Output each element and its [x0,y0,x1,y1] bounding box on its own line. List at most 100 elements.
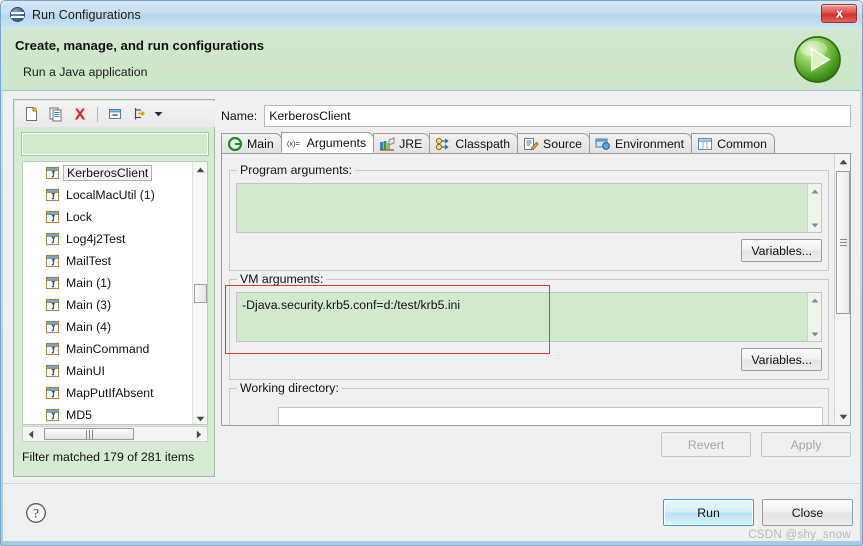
tree-vertical-scrollbar[interactable] [192,162,207,424]
configurations-tree[interactable]: KerberosClient LocalMacUtil (1) Lock Log4j2… [22,161,208,425]
tab-source[interactable]: Source [517,133,591,153]
tree-scrollbar-thumb[interactable] [194,284,207,303]
tree-item-main-4[interactable]: Main (4) [23,316,207,338]
pane-scroll-down-button[interactable] [835,409,850,424]
close-dialog-button[interactable]: Close [762,499,853,526]
tab-jre[interactable]: JRE [373,133,431,153]
triangle-down-icon [811,332,819,336]
working-directory-group: Working directory: [229,381,829,425]
tree-scroll-left-button[interactable] [24,428,38,440]
revert-button[interactable]: Revert [661,432,751,457]
tab-label: Classpath [455,136,511,151]
tree-item-label: LocalMacUtil (1) [66,188,155,202]
tab-arguments[interactable]: (x)= Arguments [280,132,375,153]
red-x-delete-icon [74,108,86,120]
tree-scroll-right-button[interactable] [192,428,206,440]
java-application-icon [45,276,60,290]
tab-pane-vertical-scrollbar[interactable] [834,154,850,424]
triangle-up-icon [811,298,819,302]
tab-classpath[interactable]: Classpath [429,133,519,153]
tab-label: Arguments [306,135,367,150]
vm-args-scroll-up[interactable] [808,293,821,307]
tree-item-log4j2test[interactable]: Log4j2Test [23,228,207,250]
collapse-all-button[interactable] [104,104,126,124]
jre-books-icon [379,136,395,151]
source-pencil-icon [523,137,539,151]
name-label: Name: [221,109,258,123]
triangle-up-icon [839,159,847,164]
tree-item-md5[interactable]: MD5 [23,404,207,424]
tree-item-mainui[interactable]: MainUI [23,360,207,382]
filter-status-text: Filter matched 179 of 281 items [22,450,195,464]
tree-item-mailtest[interactable]: MailTest [23,250,207,272]
triangle-down-icon [839,414,847,419]
toolbar-menu-chevron[interactable] [152,104,165,124]
help-question-icon[interactable]: ? [25,502,47,524]
classpath-icon [435,137,451,151]
tree-item-main-1[interactable]: Main (1) [23,272,207,294]
arguments-xequals-icon: (x)= [287,138,300,147]
program-arguments-scrollbar[interactable] [807,184,821,232]
tree-item-label: KerberosClient [63,165,153,181]
window-title: Run Configurations [32,7,141,22]
name-row: Name: [221,105,851,127]
vm-arguments-textarea[interactable]: -Djava.security.krb5.conf=d:/test/krb5.i… [236,292,822,342]
java-application-icon [45,320,60,334]
vm-arguments-variables-button[interactable]: Variables... [741,348,822,371]
tree-item-label: Main (1) [66,276,112,290]
vm-args-scroll-down[interactable] [808,327,821,341]
tree-horizontal-scrollbar[interactable] [22,426,208,442]
tree-scroll-up-button[interactable] [193,162,207,177]
vm-arguments-group: VM arguments: -Djava.security.krb5.conf=… [229,272,829,380]
tree-item-lock[interactable]: Lock [23,206,207,228]
filter-text-input[interactable] [21,132,209,156]
tab-label: Common [717,136,767,151]
vm-arguments-value: -Djava.security.krb5.conf=d:/test/krb5.i… [242,298,461,312]
vm-arguments-scrollbar[interactable] [807,293,821,341]
tab-common[interactable]: Common [691,133,775,153]
apply-button[interactable]: Apply [761,432,851,457]
program-arguments-variables-button[interactable]: Variables... [741,239,822,262]
java-application-icon [45,232,60,246]
tree-item-maincommand[interactable]: MainCommand [23,338,207,360]
java-application-icon [45,298,60,312]
tree-hscrollbar-thumb[interactable] [44,428,134,440]
tree-item-main-3[interactable]: Main (3) [23,294,207,316]
eclipse-sphere-icon [10,7,25,22]
duplicate-configuration-button[interactable] [45,104,67,124]
program-arguments-textarea[interactable] [236,183,822,233]
triangle-up-icon [196,167,205,172]
program-args-scroll-down[interactable] [808,218,821,232]
page-subtitle: Run a Java application [23,65,148,79]
tab-environment[interactable]: Environment [589,133,693,153]
new-launch-configuration-button[interactable] [21,104,43,124]
tree-item-label: MD5 [66,408,92,422]
environment-monitor-icon [595,138,610,150]
delete-configuration-button[interactable] [69,104,91,124]
window-close-button[interactable] [821,4,857,23]
pane-scroll-up-button[interactable] [835,154,850,169]
run-configurations-dialog: Run Configurations Create, manage, and r… [0,0,863,546]
java-application-icon [45,342,60,356]
tree-item-localmacutil-1[interactable]: LocalMacUtil (1) [23,184,207,206]
tab-main[interactable]: Main [221,133,282,153]
run-button[interactable]: Run [663,499,754,526]
main-green-circle-icon [227,136,243,151]
configuration-editor-panel: Name: Main (x)= Arguments JRE Classpath Sourc… [221,99,851,477]
program-args-scroll-up[interactable] [808,184,821,198]
tree-scroll-down-button[interactable] [193,411,207,424]
configuration-name-input[interactable] [264,105,851,127]
working-directory-input[interactable] [278,407,823,425]
filter-configurations-button[interactable] [128,104,150,124]
tab-label: Environment [615,136,685,151]
tree-item-mapputifabsent[interactable]: MapPutIfAbsent [23,382,207,404]
tab-label: JRE [399,136,423,151]
vm-arguments-label: VM arguments: [237,272,327,286]
tab-label: Source [543,136,583,151]
tree-item-kerberosclient[interactable]: KerberosClient [23,162,207,184]
tab-label: Main [247,136,274,151]
grip-icon [839,237,847,248]
triangle-down-icon [811,223,819,227]
pane-scrollbar-thumb[interactable] [836,171,850,314]
environment-monitor-icon [595,137,611,151]
